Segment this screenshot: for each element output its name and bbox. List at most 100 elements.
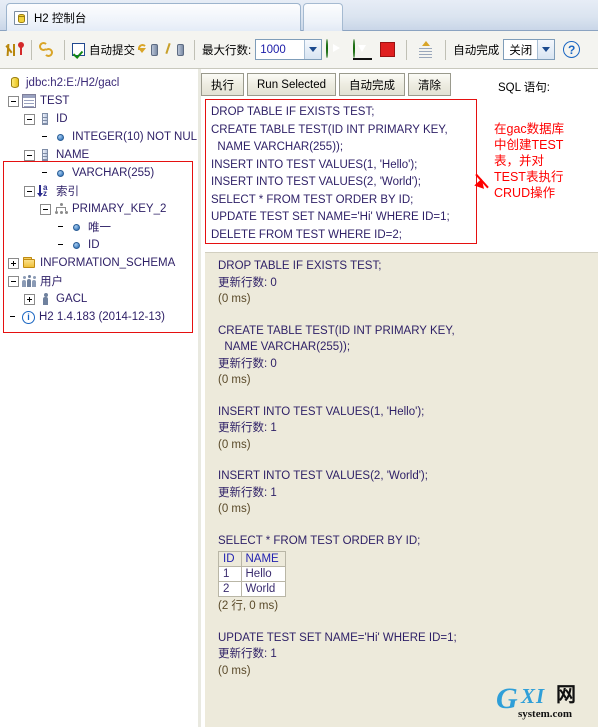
tree-item--[interactable]: a z 索引: [4, 182, 197, 200]
chevron-down-icon: [309, 47, 318, 52]
tree-expand-icon[interactable]: [8, 257, 19, 269]
tree-expand-icon[interactable]: [24, 293, 35, 305]
auto-commit-label: 自动提交: [89, 44, 135, 57]
tree-item-integer-10-not-null[interactable]: INTEGER(10) NOT NULL: [4, 128, 197, 146]
clear-button[interactable]: 清除: [408, 73, 452, 96]
tree-item-label: 索引: [56, 186, 79, 198]
tree-item-primary_key_2[interactable]: PRIMARY_KEY_2: [4, 200, 197, 218]
result-timing: (0 ms): [218, 503, 251, 515]
stop-button[interactable]: [376, 42, 399, 57]
tree-item-id[interactable]: ID: [4, 110, 197, 128]
max-rows-select[interactable]: 1000: [255, 39, 323, 60]
execute-button[interactable]: 执行: [201, 73, 244, 96]
result-table-cell: 2: [218, 581, 242, 597]
tree-item--[interactable]: 唯一: [4, 218, 197, 236]
result-sql-text: SELECT * FROM TEST ORDER BY ID;: [218, 534, 421, 547]
tree-item-test[interactable]: TEST: [4, 92, 197, 110]
max-rows-value: 1000: [260, 43, 286, 56]
database-tree-pane: jdbc:h2:E:/H2/gacl TEST ID INTEGER(10) NOT …: [0, 69, 197, 727]
tree-item-label: ID: [88, 239, 100, 251]
tree-item-label: INTEGER(10) NOT NULL: [72, 131, 197, 143]
tree-collapse-icon[interactable]: [8, 275, 19, 287]
result-updated-rows: 更新行数: 1: [218, 648, 277, 660]
result-block: SELECT * FROM TEST ORDER BY ID; ID NAME 1 He…: [218, 533, 598, 615]
auto-commit-checkbox[interactable]: 自动提交: [72, 42, 135, 58]
folder-icon: [22, 256, 36, 270]
sql-workspace-pane: 执行 Run Selected 自动完成 清除 SQL 语句: DROP TABLE …: [201, 69, 598, 727]
sql-button-row: 执行 Run Selected 自动完成 清除: [201, 72, 454, 97]
attribute-dot-icon: [70, 220, 84, 234]
h2-console-window: H2 控制台 自动提交 最大行数: 1000 自动完成 关闭 ? jdbc:h2…: [0, 0, 598, 727]
refresh-button[interactable]: [39, 41, 57, 59]
toolbar-separator: [64, 39, 65, 60]
autocomplete-button[interactable]: 自动完成: [339, 73, 406, 96]
result-block: DROP TABLE IF EXISTS TEST; 更新行数: 0 (0 ms): [218, 258, 598, 308]
tree-item-name[interactable]: NAME: [4, 146, 197, 164]
column-icon: [38, 112, 52, 126]
tree-item-connection[interactable]: jdbc:h2:E:/H2/gacl: [4, 74, 197, 92]
console-body: jdbc:h2:E:/H2/gacl TEST ID INTEGER(10) NOT …: [0, 69, 598, 727]
tree-toggle-placeholder: [56, 240, 67, 251]
h2-database-icon: [14, 10, 28, 25]
run-selected-button[interactable]: Run Selected: [247, 73, 337, 96]
result-table-row: 2 World: [218, 581, 286, 597]
rollback-button[interactable]: [135, 41, 161, 59]
tree-item--[interactable]: 用户: [4, 272, 197, 290]
rollback-icon: [138, 41, 158, 59]
result-block-gap: [218, 308, 598, 323]
user-icon: [38, 292, 52, 306]
result-table-cell: Hello: [240, 566, 286, 582]
result-sql-text: CREATE TABLE TEST(ID INT PRIMARY KEY, NA…: [218, 324, 455, 354]
result-block-gap: [218, 518, 598, 533]
result-block: INSERT INTO TEST VALUES(1, 'Hello'); 更新行数…: [218, 404, 598, 454]
new-tab-button[interactable]: [303, 3, 343, 31]
commit-button[interactable]: [161, 41, 187, 59]
sql-editor[interactable]: DROP TABLE IF EXISTS TEST; CREATE TABLE …: [205, 99, 477, 244]
help-icon[interactable]: ?: [563, 41, 581, 58]
tree-collapse-icon[interactable]: [24, 113, 35, 125]
result-table-header-row: ID NAME: [218, 551, 286, 567]
tree-collapse-icon[interactable]: [40, 203, 51, 215]
sql-pin-icon: [5, 41, 24, 59]
run-selected-toolbar-button[interactable]: [349, 39, 376, 60]
autocomplete-label: 自动完成: [453, 44, 500, 57]
tree-item-label: VARCHAR(255): [72, 167, 155, 179]
attribute-dot-icon: [54, 166, 68, 180]
clear-button-label: 清除: [418, 79, 442, 92]
sql-pin-button[interactable]: [0, 41, 24, 59]
toolbar-separator: [31, 39, 32, 60]
tree-collapse-icon[interactable]: [24, 185, 35, 197]
result-timing: (0 ms): [218, 664, 251, 677]
result-updated-rows: 更新行数: 0: [218, 357, 277, 370]
run-selected-button-label: Run Selected: [257, 78, 327, 91]
autocomplete-dropdown-button[interactable]: [537, 40, 555, 59]
tree-item-label: PRIMARY_KEY_2: [72, 203, 167, 215]
sql-statement-label: SQL 语句:: [498, 82, 550, 94]
tree-item-information_schema[interactable]: INFORMATION_SCHEMA: [4, 254, 197, 272]
browser-tab-h2-console[interactable]: H2 控制台: [6, 3, 301, 31]
result-updated-rows: 更新行数: 1: [218, 422, 277, 434]
result-updated-rows: 更新行数: 1: [218, 486, 277, 499]
tree-item-label: NAME: [56, 149, 90, 161]
result-sql-text: INSERT INTO TEST VALUES(1, 'Hello');: [218, 405, 425, 418]
result-updated-rows: 更新行数: 0: [218, 276, 277, 289]
tree-collapse-icon[interactable]: [8, 95, 19, 107]
tree-item-varchar-255-[interactable]: VARCHAR(255): [4, 164, 197, 182]
tree-item-h2-1-4-183-2014-12-13-[interactable]: i H2 1.4.183 (2014-12-13): [4, 308, 197, 326]
history-button[interactable]: [414, 40, 438, 59]
result-timing: (0 ms): [218, 374, 251, 386]
autocomplete-value: 关闭: [509, 44, 533, 57]
autocomplete-select[interactable]: 关闭: [503, 39, 556, 60]
toolbar-separator: [406, 39, 408, 60]
tree-item-label: 唯一: [88, 222, 111, 234]
tree-toggle-placeholder: [8, 312, 19, 323]
tree-item-id[interactable]: ID: [4, 236, 197, 254]
run-button[interactable]: [322, 39, 349, 59]
result-timing: (0 ms): [218, 293, 251, 305]
primary-key-icon: [54, 202, 68, 216]
result-block-gap: [218, 389, 598, 404]
tree-item-gacl[interactable]: GACL: [4, 290, 197, 308]
tree-collapse-icon[interactable]: [24, 149, 35, 161]
commit-icon: [164, 41, 184, 59]
max-rows-dropdown-button[interactable]: [304, 40, 322, 59]
